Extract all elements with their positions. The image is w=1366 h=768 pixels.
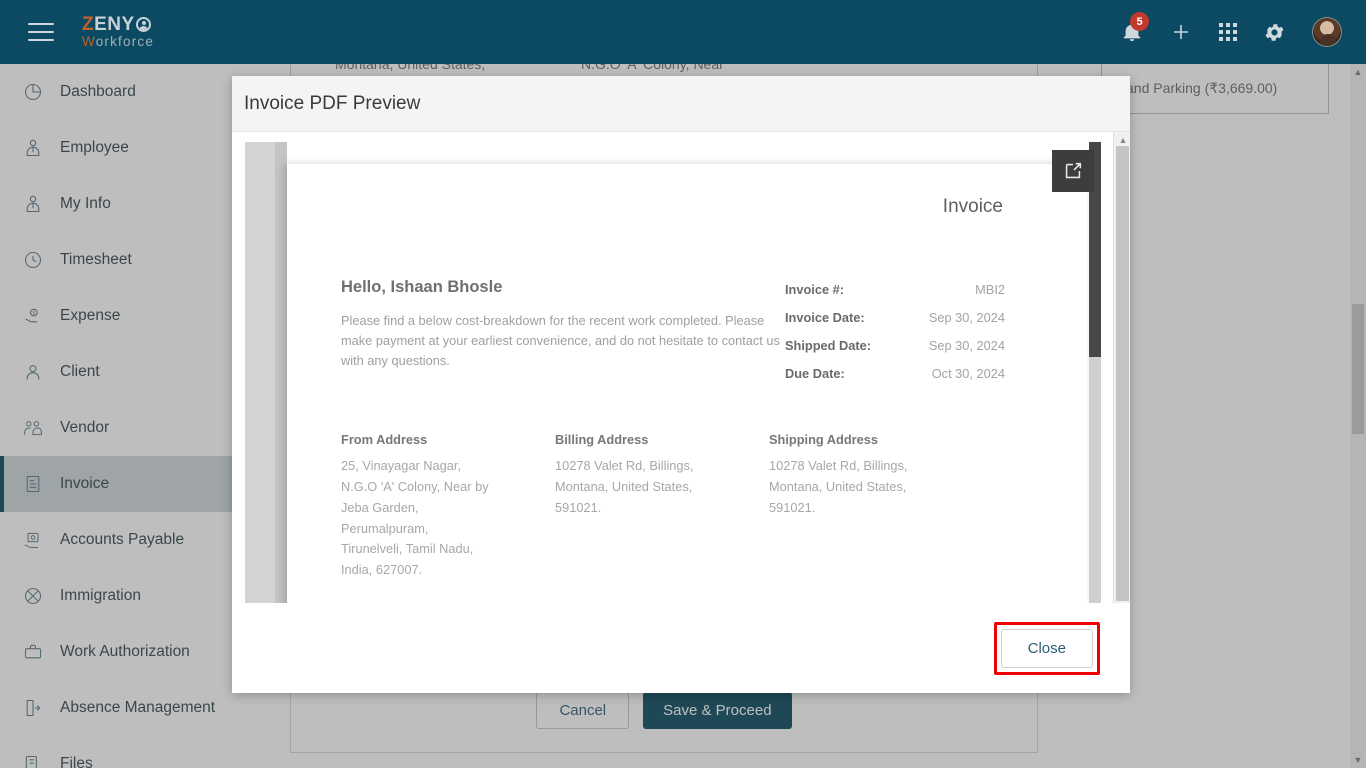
address-body: 10278 Valet Rd, Billings, Montana, Unite… xyxy=(555,458,694,515)
user-avatar[interactable] xyxy=(1312,17,1342,47)
hamburger-menu-icon[interactable] xyxy=(28,23,54,41)
invoice-meta-row: Invoice Date: Sep 30, 2024 xyxy=(785,310,1005,325)
address-title: From Address xyxy=(341,432,428,448)
modal-title: Invoice PDF Preview xyxy=(244,92,421,114)
apps-grid-button[interactable] xyxy=(1219,23,1237,41)
top-bar-actions: 5 xyxy=(1121,12,1342,47)
invoice-meta-value: Sep 30, 2024 xyxy=(928,338,1005,353)
invoice-meta-key: Invoice #: xyxy=(785,282,845,297)
invoice-meta-row: Shipped Date: Sep 30, 2024 xyxy=(785,338,1005,353)
logo-text-eny: ENY xyxy=(94,14,135,36)
address-block-shipping: Shipping Address 10278 Valet Rd, Billing… xyxy=(769,432,983,580)
pdf-content: Invoice Hello, Ishaan Bhosle Please find… xyxy=(341,164,1047,603)
invoice-meta-value: Oct 30, 2024 xyxy=(931,366,1005,381)
notifications-button[interactable]: 5 xyxy=(1121,12,1149,43)
invoice-meta-key: Due Date: xyxy=(785,366,845,381)
invoice-meta-value: Sep 30, 2024 xyxy=(928,310,1005,325)
address-body: 10278 Valet Rd, Billings, Montana, Unite… xyxy=(769,458,908,515)
modal-footer: Close xyxy=(232,603,1130,693)
address-title: Billing Address xyxy=(555,432,649,448)
settings-button[interactable] xyxy=(1263,21,1286,44)
apps-grid-icon xyxy=(1219,23,1237,41)
pdf-page: Invoice Hello, Ishaan Bhosle Please find… xyxy=(287,164,1087,603)
logo-text-orkforce: orkforce xyxy=(95,34,155,50)
close-button-highlight: Close xyxy=(993,621,1100,675)
address-block-from: From Address 25, Vinayagar Nagar, N.G.O … xyxy=(341,432,555,580)
invoice-meta-key: Shipped Date: xyxy=(785,338,872,353)
logo-text-w: W xyxy=(82,34,96,50)
modal-scroll-up-icon[interactable]: ▲ xyxy=(1118,134,1128,146)
logo-mark-icon xyxy=(135,17,151,33)
invoice-meta-row: Invoice #: MBI2 xyxy=(785,282,1005,297)
invoice-meta-row: Due Date: Oct 30, 2024 xyxy=(785,366,1005,381)
logo-text-z: Z xyxy=(82,14,95,36)
app-logo[interactable]: Z ENY Workforce xyxy=(82,15,154,49)
invoice-description: Please find a below cost-breakdown for t… xyxy=(341,313,780,368)
address-body: 25, Vinayagar Nagar, N.G.O 'A' Colony, N… xyxy=(341,458,489,578)
invoice-heading: Invoice xyxy=(942,196,1003,217)
pdf-scrollbar[interactable] xyxy=(1089,142,1101,603)
modal-scrollbar[interactable]: ▲ ▼ xyxy=(1113,132,1130,603)
invoice-addresses: From Address 25, Vinayagar Nagar, N.G.O … xyxy=(341,432,1047,580)
notification-badge: 5 xyxy=(1130,12,1149,31)
modal-header: Invoice PDF Preview xyxy=(232,76,1130,132)
invoice-meta-key: Invoice Date: xyxy=(785,310,865,325)
modal-scrollbar-thumb[interactable] xyxy=(1116,146,1129,601)
invoice-pdf-preview-modal: Invoice PDF Preview Invoice Hello, Ishaa… xyxy=(232,76,1130,693)
modal-body: Invoice Hello, Ishaan Bhosle Please find… xyxy=(232,132,1130,603)
pdf-viewer[interactable]: Invoice Hello, Ishaan Bhosle Please find… xyxy=(245,142,1101,603)
open-in-new-window-button[interactable] xyxy=(1052,150,1094,192)
address-title: Shipping Address xyxy=(769,432,879,448)
invoice-meta-list: Invoice #: MBI2 Invoice Date: Sep 30, 20… xyxy=(785,282,1005,394)
invoice-meta-value: MBI2 xyxy=(975,282,1005,297)
close-button[interactable]: Close xyxy=(1000,628,1093,668)
top-bar: Z ENY Workforce 5 xyxy=(0,0,1366,64)
add-button[interactable] xyxy=(1169,20,1193,44)
address-block-billing: Billing Address 10278 Valet Rd, Billings… xyxy=(555,432,769,580)
